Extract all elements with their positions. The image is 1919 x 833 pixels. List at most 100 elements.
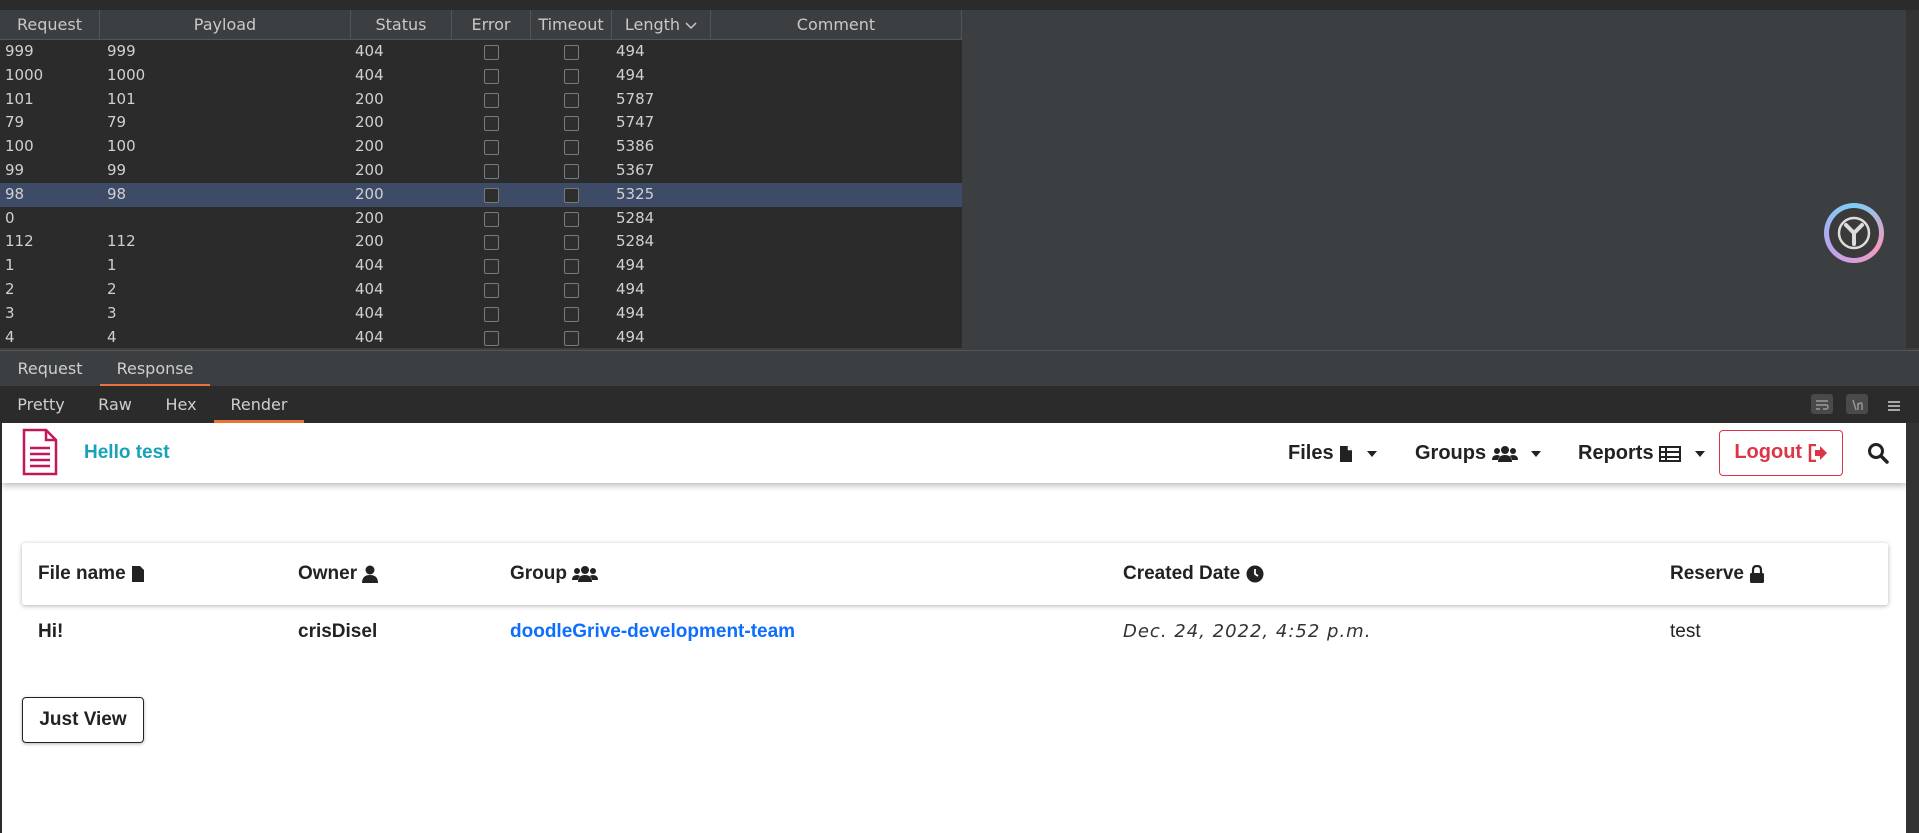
cell-length: 494: [616, 327, 645, 346]
cell-owner: crisDisel: [298, 621, 378, 642]
error-checkbox[interactable]: [484, 235, 499, 251]
tab-render[interactable]: Render: [214, 386, 304, 423]
timeout-checkbox[interactable]: [564, 283, 579, 298]
timeout-checkbox[interactable]: [564, 116, 579, 132]
timeout-checkbox[interactable]: [564, 164, 579, 179]
table-row[interactable]: 0 200 5284: [0, 207, 962, 231]
cell-request: 79: [5, 113, 25, 132]
error-checkbox[interactable]: [484, 330, 499, 346]
show-newlines-icon[interactable]: [1846, 394, 1868, 414]
timeout-checkbox[interactable]: [564, 211, 579, 227]
error-checkbox[interactable]: [484, 306, 499, 322]
search-icon[interactable]: [1867, 442, 1889, 464]
table-row[interactable]: 3 3 404 494: [0, 302, 962, 326]
table-row[interactable]: 101 101 200 5787: [0, 88, 962, 112]
cell-payload: 1: [107, 256, 117, 275]
table-row[interactable]: 999 999 404 494: [0, 40, 962, 64]
tab-response[interactable]: Response: [100, 351, 210, 387]
timeout-checkbox[interactable]: [564, 68, 579, 84]
cell-request: 98: [5, 184, 25, 203]
error-checkbox[interactable]: [484, 45, 499, 60]
timeout-checkbox[interactable]: [564, 259, 579, 275]
document-logo-icon[interactable]: [20, 428, 60, 476]
request-response-tabs: Request Response: [0, 350, 1919, 387]
timeout-checkbox[interactable]: [564, 187, 579, 203]
cell-request: 0: [5, 208, 15, 227]
table-row[interactable]: 2 2 404 494: [0, 278, 962, 302]
user-icon: [362, 565, 379, 583]
th-group-label: Group: [510, 563, 567, 584]
error-checkbox[interactable]: [484, 164, 499, 179]
error-checkbox[interactable]: [484, 187, 499, 203]
just-view-button[interactable]: Just View: [22, 697, 144, 743]
nav-reports-dropdown[interactable]: Reports: [1578, 423, 1705, 483]
table-row[interactable]: 99 99 200 5367: [0, 159, 962, 183]
timeout-checkbox[interactable]: [564, 330, 579, 346]
chevron-down-icon: [1366, 450, 1377, 457]
table-row[interactable]: 4 4 404 494: [0, 326, 962, 348]
cell-status: 200: [355, 137, 384, 156]
cell-payload: 100: [107, 137, 136, 156]
timeout-checkbox[interactable]: [564, 92, 579, 108]
wrap-lines-icon[interactable]: [1811, 394, 1833, 414]
tab-hex[interactable]: Hex: [148, 386, 214, 423]
table-row[interactable]: 1 1 404 494: [0, 254, 962, 278]
brand-link[interactable]: Hello test: [84, 423, 170, 483]
chevron-down-icon: [1694, 450, 1705, 457]
timeout-checkbox[interactable]: [564, 235, 579, 251]
clock-icon: [1246, 565, 1263, 583]
nav-reports-label: Reports: [1578, 442, 1654, 464]
col-header-status[interactable]: Status: [351, 10, 452, 40]
cell-status: 200: [355, 208, 384, 227]
cell-length: 5367: [616, 161, 655, 179]
th-file-name-label: File name: [38, 563, 126, 584]
col-header-error[interactable]: Error: [452, 10, 531, 40]
table-row[interactable]: 79 79 200 5747: [0, 111, 962, 135]
error-checkbox[interactable]: [484, 259, 499, 275]
cell-status: 200: [355, 161, 384, 179]
error-checkbox[interactable]: [484, 68, 499, 84]
error-checkbox[interactable]: [484, 140, 499, 156]
error-checkbox[interactable]: [484, 283, 499, 298]
timeout-checkbox[interactable]: [564, 140, 579, 156]
results-empty-area: [962, 40, 1906, 348]
error-checkbox[interactable]: [484, 116, 499, 132]
nav-groups-dropdown[interactable]: Groups: [1415, 423, 1542, 483]
group-link[interactable]: doodleGrive-development-team: [510, 613, 795, 651]
cell-payload: 4: [107, 327, 117, 346]
menu-icon[interactable]: [1886, 395, 1906, 415]
table-row[interactable]: 100 100 200 5386: [0, 135, 962, 159]
table-row[interactable]: 98 98 200 5325: [0, 182, 962, 207]
results-scrollbar[interactable]: [1906, 10, 1919, 348]
cell-status: 200: [355, 184, 384, 203]
th-created-date: Created Date: [1123, 543, 1264, 605]
col-header-payload[interactable]: Payload: [100, 10, 351, 40]
cell-request: 1: [5, 256, 15, 275]
col-header-comment[interactable]: Comment: [711, 10, 962, 40]
tab-raw[interactable]: Raw: [82, 386, 148, 423]
cell-payload: 2: [107, 280, 117, 298]
results-panel: Request Payload Status Error Timeout Len…: [0, 0, 1919, 350]
logout-label: Logout: [1734, 441, 1803, 463]
burp-logo-icon: [1824, 203, 1884, 263]
render-scrollbar[interactable]: [1906, 423, 1919, 833]
timeout-checkbox[interactable]: [564, 306, 579, 322]
tab-request[interactable]: Request: [0, 351, 100, 387]
table-row[interactable]: 1000 1000 404 494: [0, 64, 962, 88]
col-header-length[interactable]: Length: [612, 10, 711, 40]
nav-files-dropdown[interactable]: Files: [1288, 423, 1377, 483]
error-checkbox[interactable]: [484, 92, 499, 108]
results-table[interactable]: Request Payload Status Error Timeout Len…: [0, 10, 962, 348]
col-header-timeout[interactable]: Timeout: [531, 10, 612, 40]
cell-reserve: test: [1670, 621, 1701, 642]
tab-pretty[interactable]: Pretty: [0, 386, 82, 423]
th-created-date-label: Created Date: [1123, 563, 1241, 584]
cell-length: 5284: [616, 232, 655, 251]
col-header-request[interactable]: Request: [0, 10, 100, 40]
sort-descending-icon: [685, 21, 697, 29]
table-row[interactable]: 112 112 200 5284: [0, 230, 962, 254]
logout-button[interactable]: Logout: [1719, 430, 1843, 476]
timeout-checkbox[interactable]: [564, 45, 579, 60]
cell-request: 112: [5, 232, 34, 251]
error-checkbox[interactable]: [484, 211, 499, 227]
